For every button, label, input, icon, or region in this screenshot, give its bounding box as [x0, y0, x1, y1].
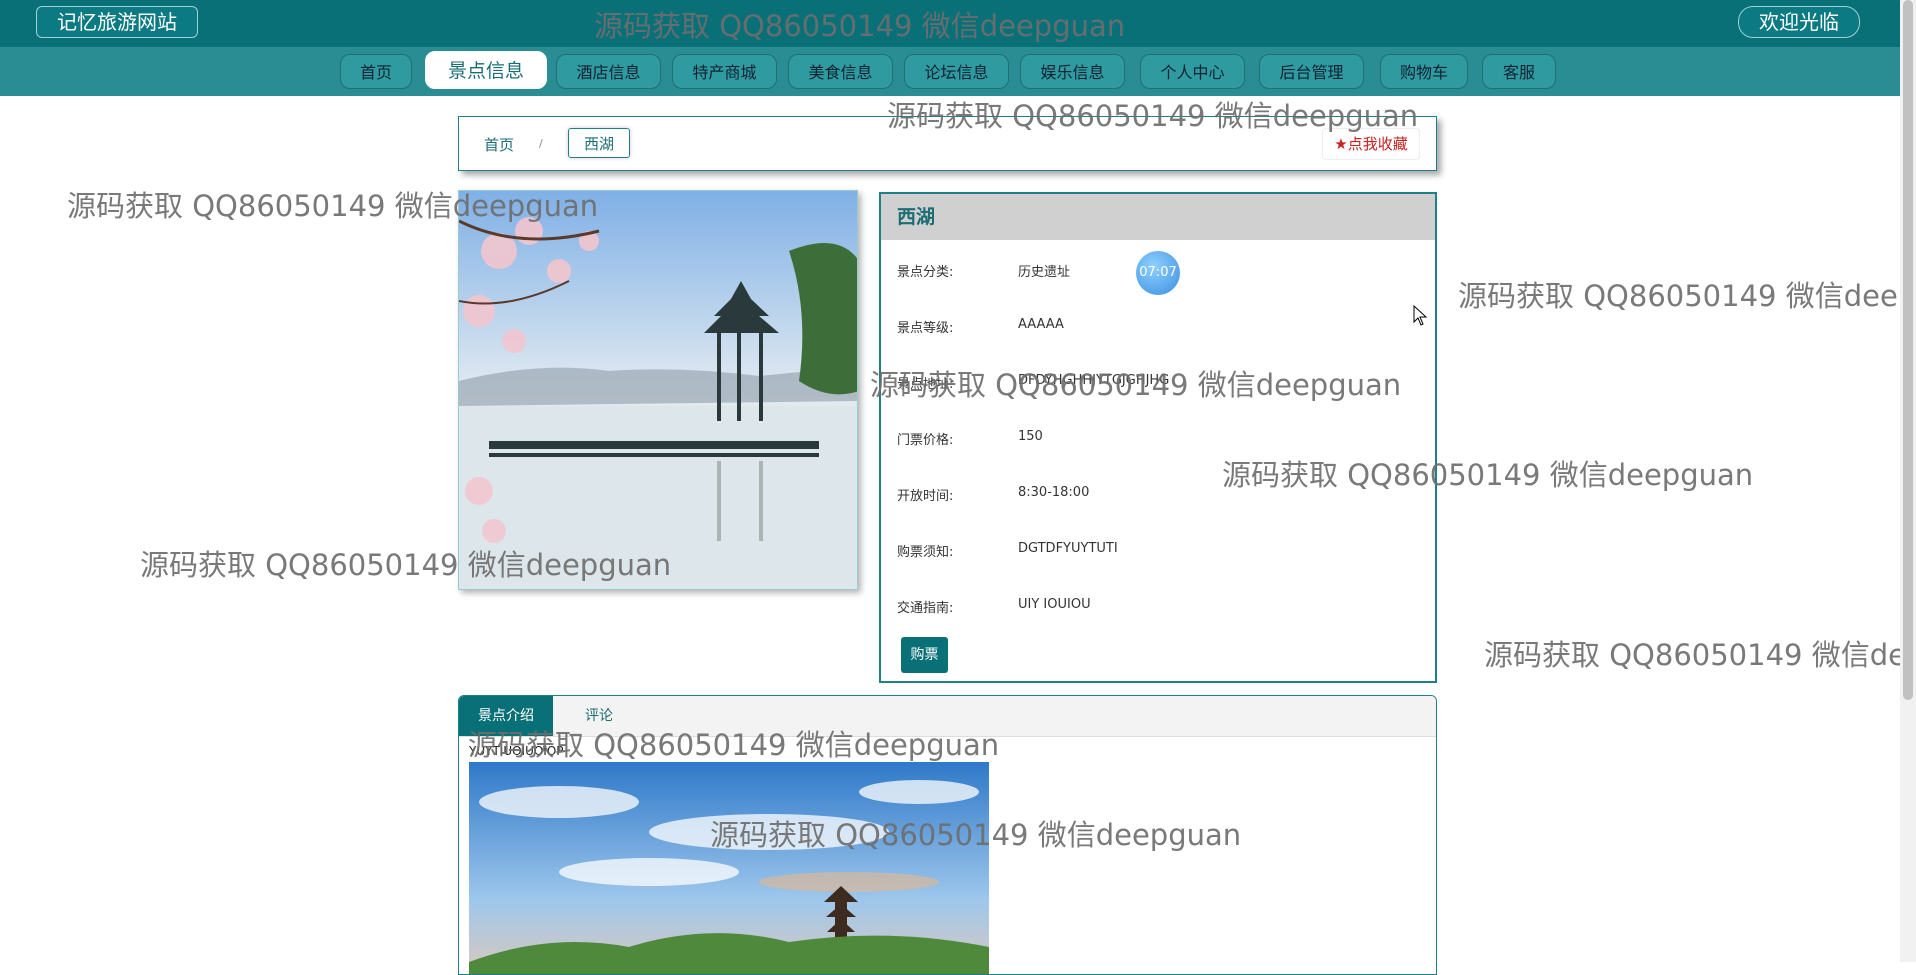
info-value: AAAAA — [1018, 317, 1064, 332]
intro-text: YUYTIUOIUOIOP — [469, 744, 564, 758]
breadcrumb-separator: / — [539, 137, 543, 150]
scrollbar-thumb[interactable] — [1903, 0, 1913, 700]
info-label: 景点等级: — [897, 321, 954, 336]
breadcrumb-current[interactable]: 西湖 — [568, 128, 630, 158]
info-value: 历史遗址 — [1018, 265, 1071, 280]
nav-home[interactable]: 首页 — [340, 54, 412, 89]
attraction-photo — [458, 190, 858, 590]
detail-tabs: 景点介绍 评论 YUYTIUOIUOIOP — [458, 695, 1437, 975]
breadcrumb: 首页 / 西湖 ★点我收藏 — [458, 116, 1437, 171]
nav-forum[interactable]: 论坛信息 — [904, 54, 1009, 89]
favorite-button[interactable]: ★点我收藏 — [1322, 128, 1420, 160]
info-label: 交通指南: — [897, 601, 954, 616]
site-logo[interactable]: 记忆旅游网站 — [36, 6, 198, 38]
intro-photo — [469, 762, 989, 974]
mouse-cursor-icon — [1413, 305, 1428, 326]
info-label: 开放时间: — [897, 489, 954, 504]
nav-specialty-mall[interactable]: 特产商城 — [672, 54, 777, 89]
info-value: 150 — [1018, 429, 1043, 444]
info-value: DGTDFYUYTUTI — [1018, 541, 1118, 556]
nav-cart[interactable]: 购物车 — [1380, 54, 1468, 89]
info-label: 购票须知: — [897, 545, 954, 560]
nav-admin[interactable]: 后台管理 — [1259, 54, 1364, 89]
main-nav: 首页 景点信息 酒店信息 特产商城 美食信息 论坛信息 娱乐信息 个人中心 后台… — [0, 47, 1900, 96]
info-label: 景点分类: — [897, 265, 954, 280]
nav-service[interactable]: 客服 — [1482, 54, 1556, 89]
attraction-info-panel: 西湖 景点分类: 历史遗址 07:07 景点等级: AAAAA 景点地址: DF… — [879, 192, 1437, 683]
info-label: 门票价格: — [897, 433, 954, 448]
welcome-badge[interactable]: 欢迎光临 — [1738, 6, 1860, 38]
nav-attractions[interactable]: 景点信息 — [425, 51, 547, 89]
info-value: 8:30-18:00 — [1018, 485, 1090, 500]
info-label: 景点地址: — [897, 377, 954, 392]
buy-ticket-button[interactable]: 购票 — [901, 637, 948, 673]
lake-pagoda-image — [469, 762, 989, 974]
nav-personal-center[interactable]: 个人中心 — [1140, 54, 1245, 89]
nav-hotels[interactable]: 酒店信息 — [556, 54, 661, 89]
tab-introduction[interactable]: 景点介绍 — [459, 696, 553, 736]
tabs-header: 景点介绍 评论 — [459, 696, 1436, 737]
breadcrumb-home[interactable]: 首页 — [484, 134, 514, 155]
nav-entertainment[interactable]: 娱乐信息 — [1020, 54, 1125, 89]
pavilion-image — [459, 191, 857, 589]
attraction-title: 西湖 — [881, 194, 1435, 240]
top-header: 记忆旅游网站 欢迎光临 — [0, 0, 1900, 47]
watermark-text: 源码获取 QQ86050149 微信deepguan — [1484, 638, 1916, 672]
page-scrollbar[interactable] — [1900, 0, 1916, 962]
timer-badge[interactable]: 07:07 — [1136, 251, 1180, 295]
nav-food[interactable]: 美食信息 — [788, 54, 893, 89]
info-value: UIY IOUIOU — [1018, 597, 1091, 612]
tab-comments[interactable]: 评论 — [569, 696, 629, 736]
info-value: DFDYHGHHJYTGJGHJHG — [1018, 373, 1170, 388]
watermark-text: 源码获取 QQ86050149 微信deepguan — [1458, 279, 1916, 313]
